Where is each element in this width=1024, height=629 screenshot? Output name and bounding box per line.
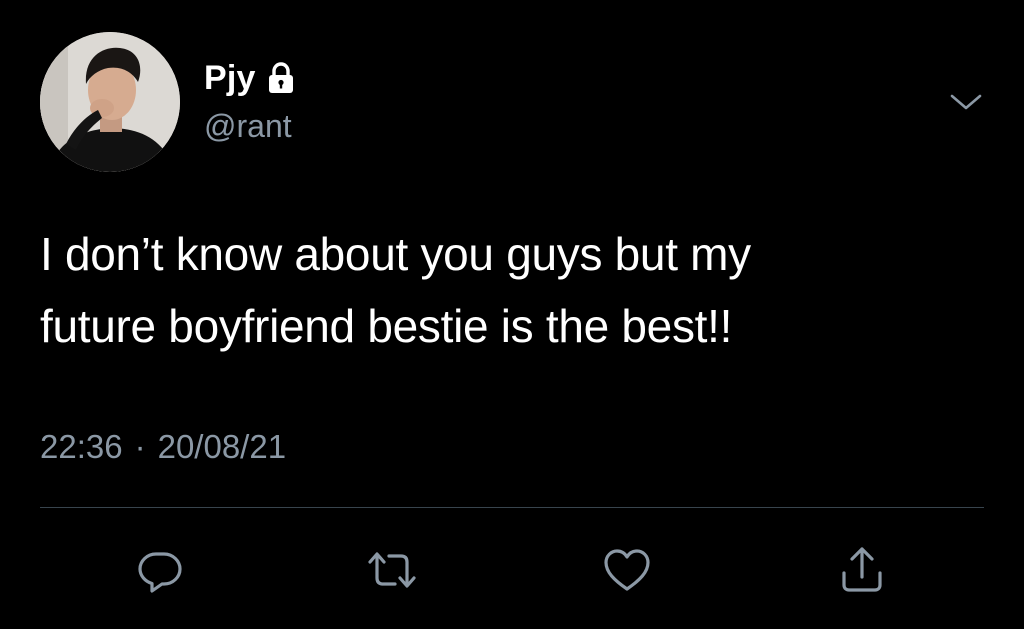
display-name[interactable]: Pjy: [204, 59, 256, 98]
reply-icon: [136, 546, 184, 594]
retweet-button[interactable]: [362, 540, 422, 600]
tweet-card: Pjy @rant I don’t know about you guys bu…: [0, 0, 1024, 629]
name-row: Pjy: [204, 56, 296, 100]
meta-separator: ·: [134, 428, 146, 465]
divider: [40, 507, 984, 508]
reply-button[interactable]: [130, 540, 190, 600]
tweet-text-line: future boyfriend bestie is the best!!: [40, 300, 733, 352]
retweet-icon: [364, 546, 420, 594]
user-handle[interactable]: @rant: [204, 108, 292, 145]
share-button[interactable]: [832, 540, 892, 600]
lock-icon: [266, 61, 296, 95]
tweet-text: I don’t know about you guys but my futur…: [40, 218, 990, 362]
like-button[interactable]: [597, 540, 657, 600]
action-bar: [0, 540, 1024, 600]
tweet-time: 22:36: [40, 428, 123, 465]
tweet-timestamp[interactable]: 22:36 · 20/08/21: [40, 428, 286, 466]
avatar-photo: [40, 32, 180, 172]
tweet-text-line: I don’t know about you guys but my: [40, 228, 751, 280]
heart-icon: [602, 547, 652, 593]
tweet-date: 20/08/21: [157, 428, 287, 465]
chevron-down-icon[interactable]: [946, 88, 986, 116]
avatar[interactable]: [40, 32, 180, 172]
share-icon: [838, 545, 886, 595]
